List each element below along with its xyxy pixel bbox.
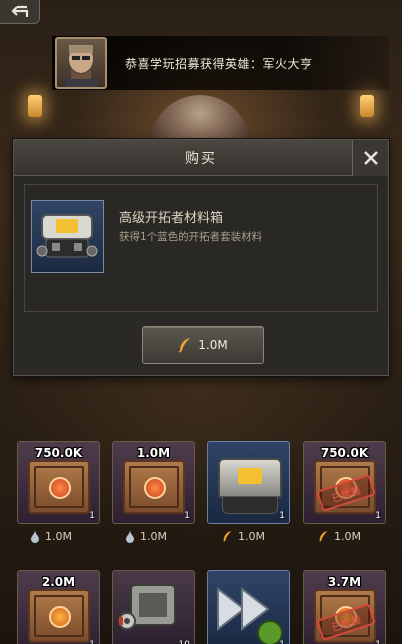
back-button[interactable] xyxy=(0,0,40,24)
close-icon xyxy=(363,151,378,165)
item-value-badge: 2.0M xyxy=(41,575,76,589)
item-quantity: 1 xyxy=(89,511,95,521)
item-cost-value: 1.0M xyxy=(238,529,265,543)
item-description: 获得1个蓝色的开拓者套装材料 xyxy=(119,231,263,243)
chest-base xyxy=(222,496,278,514)
item-cost-value: 1.0M xyxy=(45,529,72,543)
shop-item-card[interactable]: 1.0M 1 xyxy=(112,441,195,524)
feather-icon xyxy=(178,338,191,353)
item-value-badge: 750.0K xyxy=(320,446,369,460)
back-arrow-icon xyxy=(10,5,28,17)
lamp-decoration xyxy=(28,95,42,117)
item-value-badge: 3.7M xyxy=(327,575,362,589)
item-quantity: 1 xyxy=(279,640,285,644)
supply-crate-icon xyxy=(28,589,90,643)
shop-item-card[interactable]: 750.0K 已售罄 1 xyxy=(303,441,386,524)
silver-chest-icon xyxy=(218,458,282,498)
item-quantity: 1 xyxy=(375,640,381,644)
shop-item-card[interactable]: 750.0K 1 xyxy=(17,441,100,524)
buy-price: 1.0M xyxy=(198,338,228,352)
item-quantity: 1 xyxy=(184,511,190,521)
item-name: 高级开拓者材料箱 xyxy=(119,211,224,226)
item-cost: 1.0M xyxy=(30,528,72,544)
close-button[interactable] xyxy=(352,140,388,176)
shop-item-card[interactable]: 10 xyxy=(112,570,195,644)
dialog-header: 购买 xyxy=(14,140,388,176)
item-cost: 1.0M xyxy=(318,528,361,544)
shop-item-card[interactable]: 1 xyxy=(207,570,290,644)
item-detail-panel: 高级开拓者材料箱 获得1个蓝色的开拓者套装材料 xyxy=(24,184,378,312)
lamp-decoration xyxy=(360,95,374,117)
shop-item-card[interactable]: 2.0M 1 xyxy=(17,570,100,644)
shop-item-card[interactable]: 1 xyxy=(207,441,290,524)
hero-avatar xyxy=(55,37,107,89)
medal-icon xyxy=(49,606,71,628)
item-quantity: 10 xyxy=(179,640,190,644)
fast-forward-icon xyxy=(217,586,283,644)
feather-icon xyxy=(319,530,328,541)
medal-icon xyxy=(49,477,71,499)
item-quantity: 1 xyxy=(279,511,285,521)
item-cost: 1.0M xyxy=(125,528,167,544)
shop-item-card[interactable]: 3.7M 已售罄 1 xyxy=(303,570,386,644)
item-value-badge: 750.0K xyxy=(34,446,83,460)
item-cost-value: 1.0M xyxy=(140,529,167,543)
notification-text: 恭喜学玩招募获得英雄：军火大亨 xyxy=(125,56,313,71)
feather-icon xyxy=(223,530,232,541)
supply-crate-icon xyxy=(123,460,185,514)
buy-button[interactable]: 1.0M xyxy=(142,326,264,364)
item-quantity: 1 xyxy=(89,640,95,644)
medal-icon xyxy=(144,477,166,499)
silver-chest-icon xyxy=(31,200,104,273)
water-drop-icon xyxy=(126,529,134,543)
item-cost-value: 1.0M xyxy=(334,529,361,543)
dialog-title: 购买 xyxy=(185,150,217,167)
supply-crate-icon xyxy=(28,460,90,514)
item-value-badge: 1.0M xyxy=(136,446,171,460)
item-quantity: 1 xyxy=(375,511,381,521)
water-drop-icon xyxy=(31,529,39,543)
item-cost: 1.0M xyxy=(222,528,265,544)
purchase-dialog: 购买 高级开拓者材料箱 获得1个蓝色的开拓者套装材料 1.0M xyxy=(13,139,389,376)
recruit-notification: 恭喜学玩招募获得英雄：军火大亨 xyxy=(52,36,389,90)
gear-box-icon xyxy=(118,584,176,630)
